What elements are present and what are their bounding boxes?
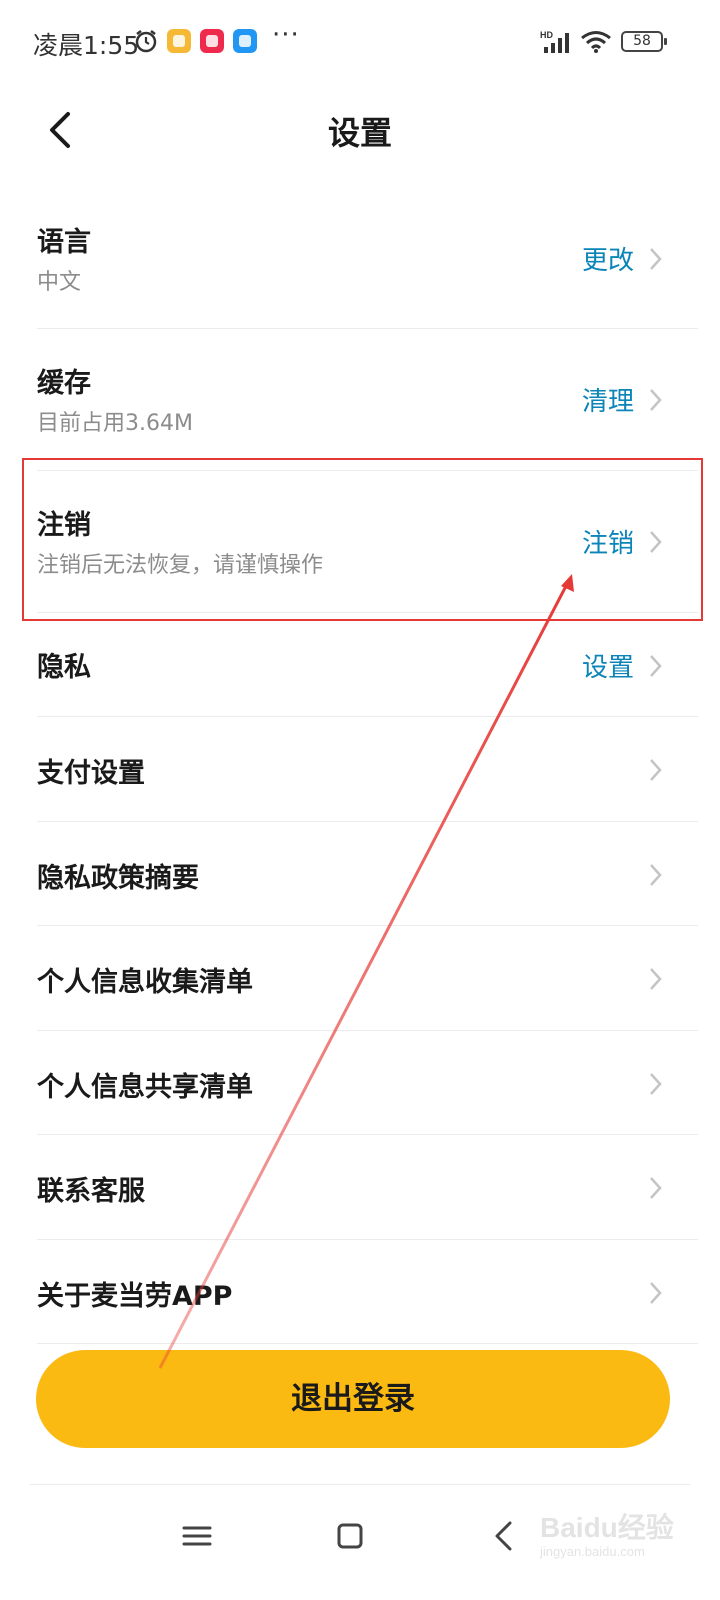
alarm-icon	[133, 28, 159, 58]
setting-language[interactable]: 语言 中文 更改	[0, 186, 720, 329]
chevron-right-icon	[650, 1177, 662, 1199]
setting-privacy-policy-summary[interactable]: 隐私政策摘要	[0, 822, 720, 926]
setting-title: 联系客服	[37, 1176, 145, 1207]
status-time: 凌晨1:55	[33, 31, 140, 60]
chevron-right-icon	[650, 1073, 662, 1095]
setting-title: 隐私政策摘要	[37, 863, 199, 894]
svg-text:HD: HD	[540, 30, 553, 40]
setting-privacy[interactable]: 隐私 设置	[0, 613, 720, 717]
wifi-icon	[580, 30, 614, 58]
setting-deactivate[interactable]: 注销 注销后无法恢复，请谨慎操作 注销	[0, 471, 720, 613]
menu-icon[interactable]	[167, 1506, 227, 1566]
setting-personal-info-collection[interactable]: 个人信息收集清单	[0, 926, 720, 1031]
setting-personal-info-sharing[interactable]: 个人信息共享清单	[0, 1031, 720, 1135]
chevron-right-icon	[650, 864, 662, 886]
more-notifications-icon: ···	[272, 20, 300, 50]
baidu-watermark: Baidu经验 jingyan.baidu.com	[540, 1500, 710, 1570]
clear-cache-link[interactable]: 清理	[582, 381, 634, 418]
setting-subtitle: 注销后无法恢复，请谨慎操作	[37, 553, 324, 578]
chevron-right-icon	[650, 655, 662, 677]
chevron-right-icon	[650, 248, 662, 270]
change-language-link[interactable]: 更改	[582, 240, 634, 277]
home-icon[interactable]	[320, 1506, 380, 1566]
setting-title: 关于麦当劳APP	[37, 1281, 233, 1312]
signal-icon: HD	[540, 30, 574, 58]
setting-cache[interactable]: 缓存 目前占用3.64M 清理	[0, 329, 720, 471]
setting-title: 隐私	[37, 652, 91, 683]
page-title: 设置	[327, 114, 392, 152]
battery-icon: 58	[621, 31, 667, 52]
app-notification-icon	[167, 29, 191, 53]
chevron-right-icon	[650, 759, 662, 781]
chevron-right-icon	[650, 968, 662, 990]
divider	[30, 1484, 690, 1485]
setting-title: 注销	[37, 510, 91, 541]
setting-title: 缓存	[37, 368, 91, 399]
header: 设置	[0, 84, 720, 176]
cloud-icon	[233, 29, 257, 53]
watermark-logo: Baidu经验	[540, 1512, 674, 1543]
setting-title: 个人信息收集清单	[37, 967, 253, 998]
back-icon[interactable]	[474, 1506, 534, 1566]
setting-title: 语言	[37, 227, 91, 258]
chevron-right-icon	[650, 1282, 662, 1304]
deactivate-account-link[interactable]: 注销	[582, 523, 634, 560]
watermark-url: jingyan.baidu.com	[540, 1544, 645, 1559]
setting-subtitle: 中文	[37, 270, 82, 295]
setting-title: 个人信息共享清单	[37, 1072, 253, 1103]
setting-payment[interactable]: 支付设置	[0, 717, 720, 822]
status-bar: 凌晨1:55 ··· HD 58	[0, 0, 720, 84]
chevron-right-icon	[650, 531, 662, 553]
logout-button[interactable]: 退出登录	[36, 1350, 670, 1448]
setting-title: 支付设置	[37, 758, 145, 789]
divider	[37, 1343, 698, 1344]
setting-about-app[interactable]: 关于麦当劳APP	[0, 1240, 720, 1344]
xiaohongshu-icon	[200, 29, 224, 53]
setting-customer-service[interactable]: 联系客服	[0, 1135, 720, 1240]
privacy-settings-link[interactable]: 设置	[582, 647, 634, 684]
chevron-right-icon	[650, 389, 662, 411]
setting-subtitle: 目前占用3.64M	[37, 411, 193, 436]
